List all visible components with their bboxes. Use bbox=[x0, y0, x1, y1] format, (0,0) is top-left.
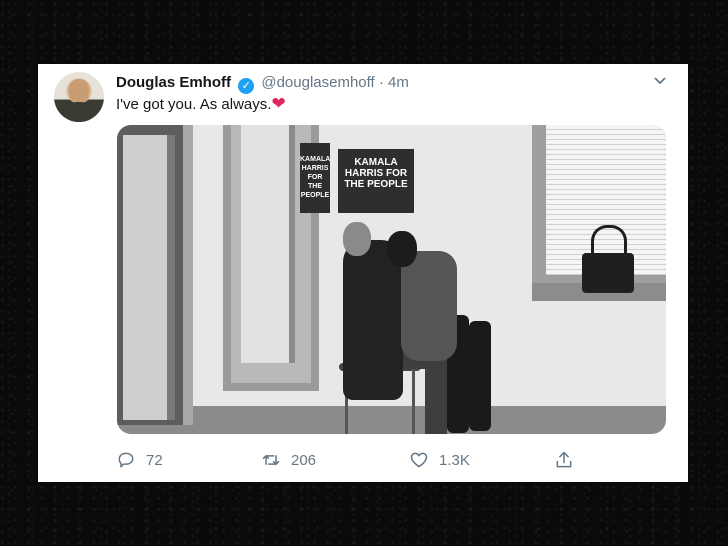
tweet-text: I've got you. As always.❤ bbox=[116, 94, 286, 114]
tweet-card: Douglas Emhoff ✓ @douglasemhoff · 4m I'v… bbox=[38, 64, 688, 482]
photo-woman-head bbox=[387, 231, 417, 267]
heart-icon bbox=[410, 452, 428, 468]
share-icon bbox=[556, 451, 572, 468]
timestamp[interactable]: 4m bbox=[388, 74, 409, 91]
verified-badge-icon: ✓ bbox=[238, 78, 255, 94]
handle[interactable]: @douglasemhoff bbox=[261, 74, 374, 91]
photo-man-head bbox=[343, 222, 371, 256]
photo-poster: KAMALA HARRIS FOR THE PEOPLE bbox=[338, 149, 414, 213]
avatar-body bbox=[59, 102, 99, 122]
avatar-head bbox=[69, 79, 89, 103]
heart-emoji-icon: ❤ bbox=[271, 94, 286, 113]
photo-mirror-left bbox=[117, 125, 193, 425]
display-name[interactable]: Douglas Emhoff bbox=[116, 74, 231, 91]
photo-woman bbox=[401, 251, 457, 361]
retweet-icon bbox=[262, 455, 280, 465]
poster-line3: THE PEOPLE bbox=[344, 179, 408, 190]
photo-bag bbox=[582, 253, 634, 293]
separator: · bbox=[378, 74, 384, 91]
retweet-button[interactable]: 206 bbox=[261, 450, 316, 470]
reply-icon bbox=[118, 452, 134, 468]
poster-line2: HARRIS FOR bbox=[344, 168, 408, 179]
tweet-body: I've got you. As always. bbox=[116, 96, 272, 113]
poster-small-text: KAMALA HARRIS FOR THE PEOPLE bbox=[300, 156, 331, 199]
tweet-photo[interactable]: KAMALA HARRIS FOR THE PEOPLE KAMALA HARR… bbox=[117, 125, 666, 434]
tweet-header: Douglas Emhoff ✓ @douglasemhoff · 4m bbox=[116, 74, 409, 94]
tweet-actions: 72 206 1.3K bbox=[116, 450, 586, 472]
poster-line1: KAMALA bbox=[354, 157, 398, 168]
photo-woman-leg-2 bbox=[469, 321, 491, 431]
chevron-down-icon[interactable] bbox=[652, 72, 668, 91]
reply-count: 72 bbox=[146, 451, 163, 469]
reply-button[interactable]: 72 bbox=[116, 450, 163, 470]
like-button[interactable]: 1.3K bbox=[409, 450, 470, 470]
share-button[interactable] bbox=[554, 450, 584, 470]
like-count: 1.3K bbox=[439, 451, 470, 469]
photo-poster-small: KAMALA HARRIS FOR THE PEOPLE bbox=[300, 143, 330, 213]
avatar[interactable] bbox=[54, 72, 104, 122]
retweet-count: 206 bbox=[291, 451, 317, 469]
